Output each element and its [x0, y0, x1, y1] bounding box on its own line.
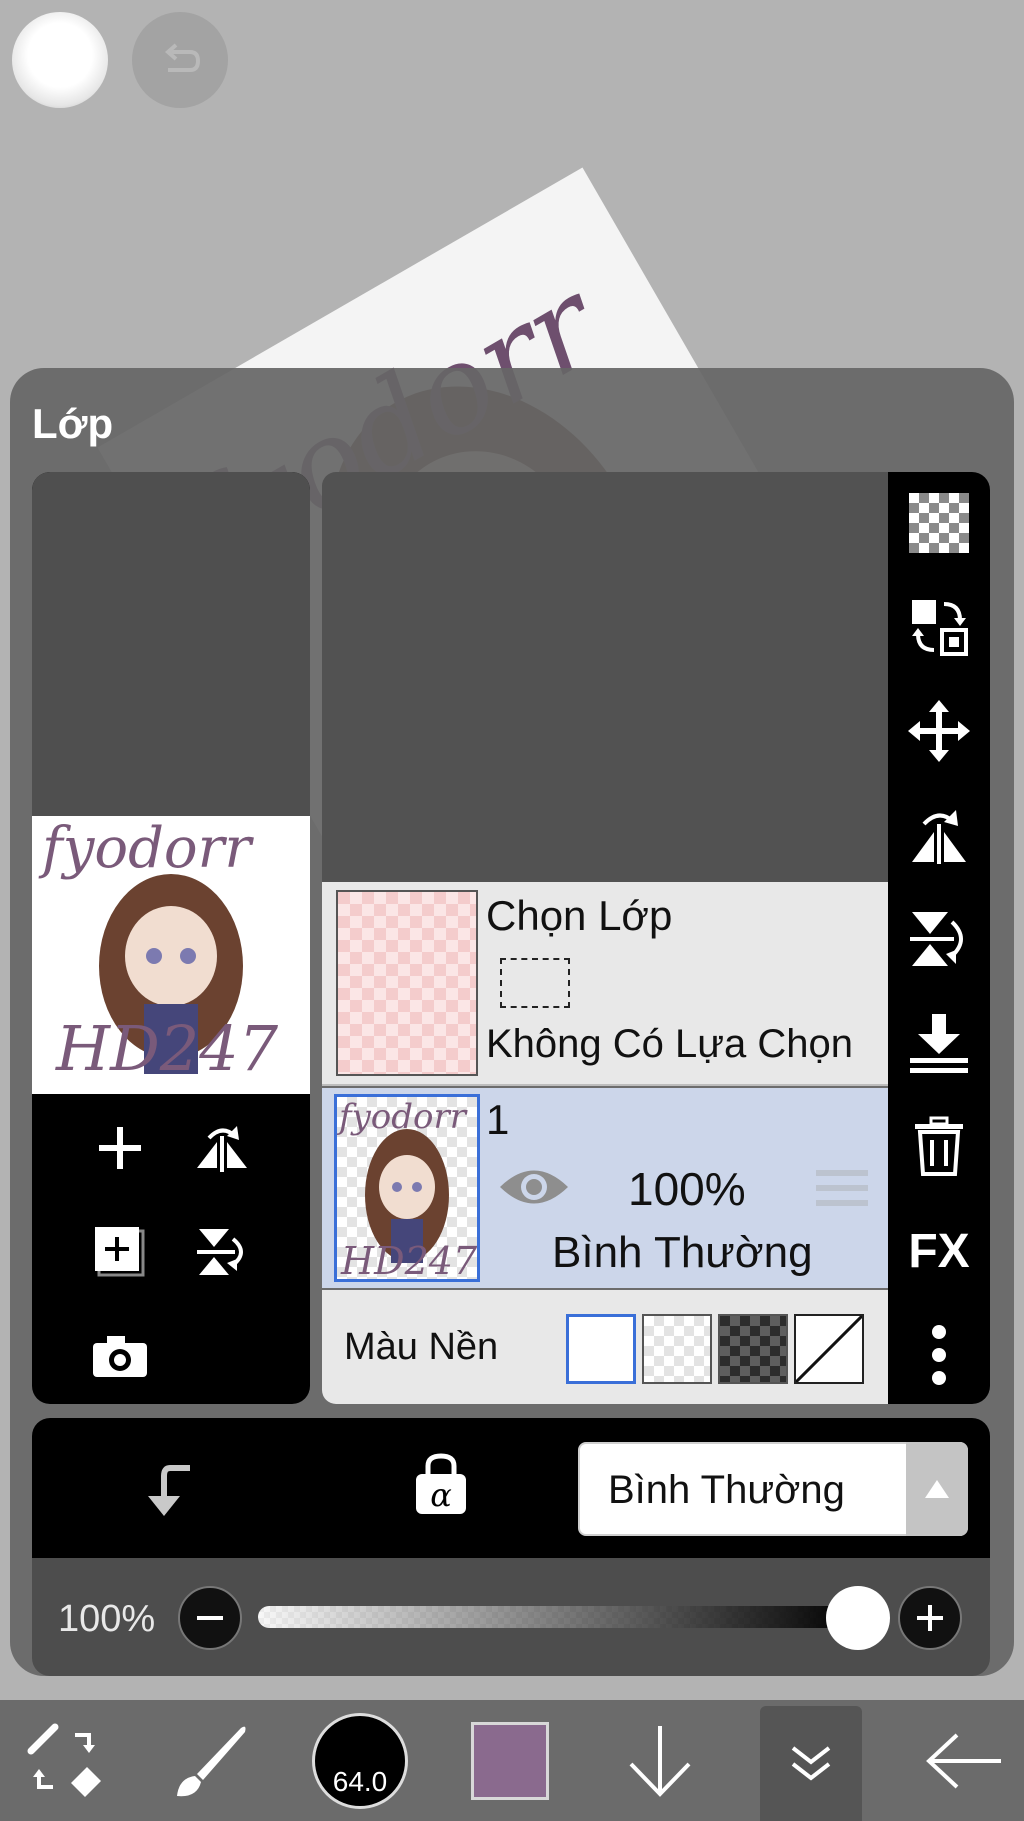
minus-icon — [197, 1616, 223, 1620]
bg-light-checker-swatch[interactable] — [642, 1314, 712, 1384]
fx-button[interactable]: FX — [904, 1216, 974, 1286]
move-icon — [908, 700, 970, 762]
flip-horizontal-icon — [912, 810, 966, 864]
flip-horizontal-button[interactable] — [904, 800, 974, 870]
back-button[interactable] — [914, 1700, 1014, 1821]
layer-panel-toggle-button[interactable] — [760, 1706, 862, 1821]
plus-icon — [917, 1605, 943, 1631]
swap-layer-button[interactable] — [904, 592, 974, 662]
bg-white-swatch[interactable] — [566, 1314, 636, 1384]
bg-none-swatch[interactable] — [794, 1314, 864, 1384]
transparency-layer-button[interactable] — [904, 488, 974, 558]
layer-name: 1 — [486, 1096, 510, 1143]
arrow-down-icon — [629, 1725, 691, 1797]
background-color-row: Màu Nền — [322, 1290, 888, 1404]
alpha-lock-button[interactable]: α — [412, 1452, 470, 1521]
more-vertical-icon — [932, 1325, 946, 1385]
flip-layer-vertical-button[interactable] — [192, 1222, 252, 1282]
svg-text:α: α — [430, 1476, 452, 1514]
more-options-button[interactable] — [904, 1320, 974, 1390]
add-layer-button[interactable] — [90, 1118, 150, 1178]
selection-layer-row[interactable]: Chọn Lớp Không Có Lựa Chọn — [322, 882, 888, 1086]
opacity-increase-button[interactable] — [898, 1586, 962, 1650]
layer-blend-mode: Bình Thường — [552, 1228, 813, 1277]
delete-layer-button[interactable] — [904, 1112, 974, 1182]
layer-preview-area — [322, 472, 888, 882]
brush-eraser-swap-icon — [27, 1723, 101, 1797]
double-chevron-down-icon — [791, 1745, 831, 1781]
eye-icon — [500, 1170, 568, 1204]
brush-size-button[interactable]: 64.0 — [310, 1700, 410, 1821]
current-color-swatch — [471, 1721, 549, 1800]
redo-icon — [164, 43, 201, 72]
swap-icon — [912, 600, 968, 656]
opacity-decrease-button[interactable] — [178, 1586, 242, 1650]
opacity-slider-track[interactable] — [258, 1606, 858, 1628]
selection-marquee-icon — [500, 958, 570, 1008]
layer-tools-column: fyodorr HD247 — [32, 472, 310, 1404]
selection-status: Không Có Lựa Chọn — [486, 1022, 854, 1066]
arrow-left-icon — [926, 1733, 1001, 1788]
flip-vertical-icon — [197, 1229, 243, 1275]
thumb-watermark-bottom: HD247 — [56, 1012, 279, 1085]
brush-size-value: 64.0 — [332, 1765, 388, 1797]
layer-thumbnail: fyodorr HD247 — [334, 1094, 480, 1282]
selection-layer-name: Chọn Lớp — [486, 892, 673, 939]
panel-title: Lớp — [32, 400, 114, 447]
opacity-slider-knob[interactable] — [826, 1586, 890, 1650]
brush-icon — [177, 1726, 246, 1796]
opacity-value: 100% — [58, 1598, 156, 1640]
layer-row[interactable]: fyodorr HD247 1 100% Bình Thường — [322, 1088, 888, 1288]
blend-mode-dropdown-toggle[interactable] — [906, 1442, 968, 1536]
flip-layer-horizontal-button[interactable] — [192, 1118, 252, 1178]
color-swatch-button[interactable] — [470, 1700, 550, 1821]
flip-vertical-button[interactable] — [904, 904, 974, 974]
bg-dark-checker-swatch[interactable] — [718, 1314, 788, 1384]
color-picker-button[interactable] — [12, 12, 108, 108]
blend-mode-value: Bình Thường — [608, 1468, 845, 1512]
layer-thumb-watermark-bottom: HD247 — [341, 1239, 478, 1282]
background-color-label: Màu Nền — [344, 1326, 499, 1368]
alpha-lock-icon: α — [416, 1453, 466, 1514]
camera-icon — [93, 1336, 147, 1377]
duplicate-layer-icon — [95, 1227, 145, 1277]
clipping-arrow-icon — [148, 1465, 190, 1516]
merge-down-button[interactable] — [904, 1008, 974, 1078]
camera-import-button[interactable] — [90, 1326, 150, 1386]
layer-drag-handle[interactable] — [816, 1168, 868, 1213]
trash-icon — [915, 1116, 963, 1176]
selection-layer-thumbnail — [336, 890, 478, 1076]
flip-vertical-icon — [910, 912, 963, 966]
flip-horizontal-icon — [197, 1126, 247, 1172]
clipping-button[interactable] — [140, 1456, 200, 1523]
plus-icon — [99, 1127, 141, 1169]
thumb-watermark-top: fyodorr — [42, 816, 252, 881]
layer-down-button[interactable] — [620, 1700, 700, 1821]
hamburger-handle-icon — [816, 1170, 868, 1206]
redo-button[interactable] — [132, 12, 228, 108]
brush-tool-button[interactable] — [160, 1700, 260, 1821]
merge-down-icon — [910, 1014, 968, 1073]
add-layer-copy-button[interactable] — [90, 1222, 150, 1282]
diagonal-none-icon — [794, 1314, 864, 1384]
move-layer-button[interactable] — [904, 696, 974, 766]
brush-eraser-toggle-button[interactable] — [10, 1700, 120, 1821]
checkerboard-icon — [909, 493, 969, 553]
layer-thumb-watermark-top: fyodorr — [339, 1097, 467, 1137]
canvas-preview-thumbnail[interactable]: fyodorr HD247 — [32, 816, 310, 1094]
triangle-up-icon — [925, 1480, 949, 1498]
visibility-toggle[interactable] — [498, 1164, 570, 1215]
layer-opacity: 100% — [628, 1163, 746, 1215]
